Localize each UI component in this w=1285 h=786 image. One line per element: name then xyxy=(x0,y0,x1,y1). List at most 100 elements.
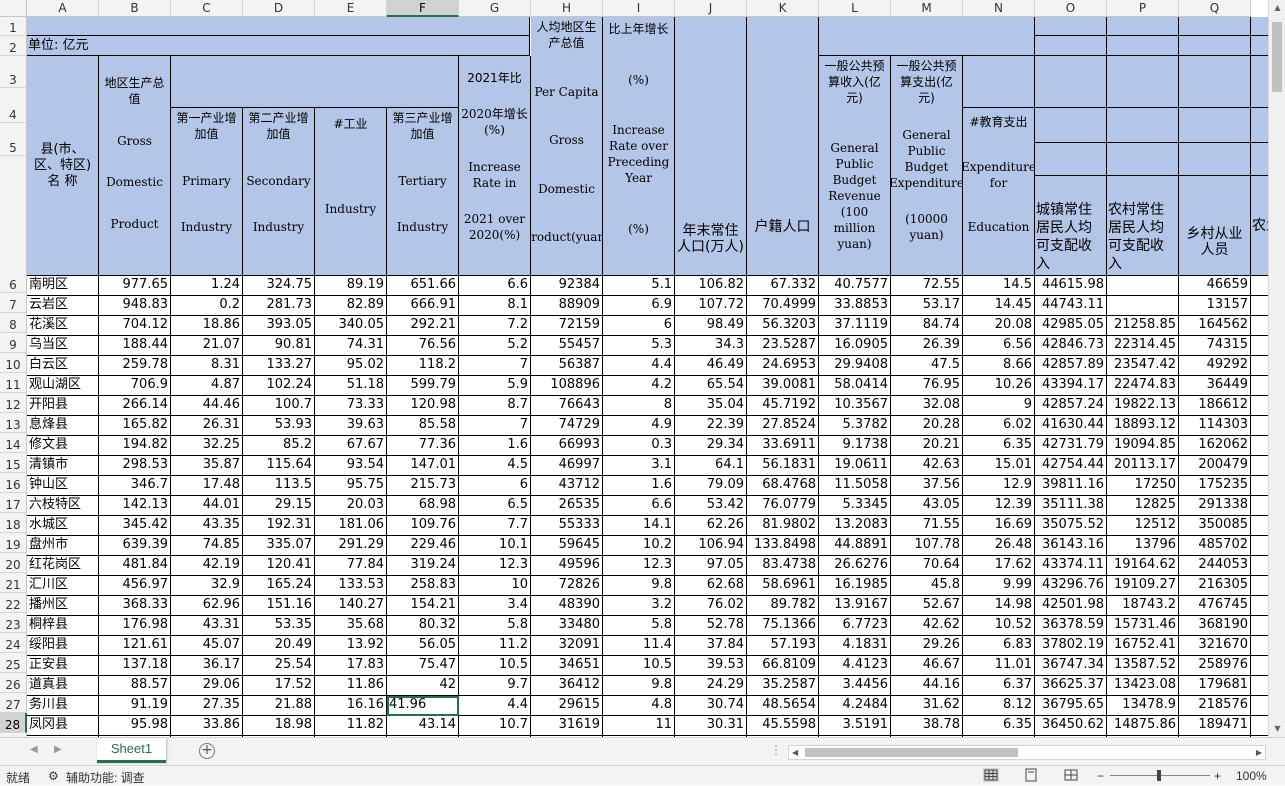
cell-q11[interactable]: 49292 xyxy=(1179,356,1251,376)
cell-p21[interactable]: 19164.62 xyxy=(1107,556,1179,576)
page-layout-view-icon[interactable] xyxy=(1023,768,1039,782)
cell-c11[interactable]: 8.31 xyxy=(171,356,243,376)
select-all-corner[interactable] xyxy=(0,0,27,17)
cell-e23[interactable]: 140.27 xyxy=(315,596,387,616)
cell-i11[interactable]: 4.4 xyxy=(603,356,675,376)
revenue-header[interactable]: 一般公共预算收入(亿元) General Public Budget Reven… xyxy=(819,56,891,276)
cell-p17[interactable]: 17250 xyxy=(1107,476,1179,496)
cell-i18[interactable]: 6.6 xyxy=(603,496,675,516)
accessibility-icon[interactable]: ⚙ xyxy=(48,769,59,783)
income-header-cell[interactable] xyxy=(1179,17,1251,36)
cell-a13[interactable]: 开阳县 xyxy=(27,396,99,416)
cell-g14[interactable]: 7 xyxy=(459,416,531,436)
cell-p9[interactable]: 21258.85 xyxy=(1107,316,1179,336)
cell-c7[interactable]: 1.24 xyxy=(171,276,243,296)
income-header-cell[interactable] xyxy=(1035,56,1107,108)
cell-r15[interactable] xyxy=(1251,436,1268,456)
income-header-cell[interactable] xyxy=(1035,108,1107,143)
cell-b17[interactable]: 346.7 xyxy=(99,476,171,496)
row-header-15[interactable]: 15 xyxy=(0,453,27,473)
cell-k9[interactable]: 56.3203 xyxy=(747,316,819,336)
cell-f25[interactable]: 56.05 xyxy=(387,636,459,656)
cell-c26[interactable]: 36.17 xyxy=(171,656,243,676)
zoom-out-icon[interactable]: − xyxy=(1097,769,1104,783)
income-header-cell[interactable] xyxy=(1107,56,1179,108)
cell-o18[interactable]: 35111.38 xyxy=(1035,496,1107,516)
cell-k23[interactable]: 89.782 xyxy=(747,596,819,616)
column-header-j[interactable]: J xyxy=(675,0,747,17)
cell-f14[interactable]: 85.58 xyxy=(387,416,459,436)
cell-p23[interactable]: 18743.2 xyxy=(1107,596,1179,616)
education-header[interactable]: #教育支出 Expenditure for Education xyxy=(963,108,1035,276)
income-header-cell[interactable] xyxy=(1107,108,1179,143)
cell-o10[interactable]: 42846.73 xyxy=(1035,336,1107,356)
unit-label-cell[interactable]: 单位: 亿元 xyxy=(27,36,530,56)
cell-c23[interactable]: 62.96 xyxy=(171,596,243,616)
cell-n22[interactable]: 9.99 xyxy=(963,576,1035,596)
cell-k12[interactable]: 39.0081 xyxy=(747,376,819,396)
row-header-27[interactable]: 27 xyxy=(0,693,27,713)
cell-h15[interactable]: 66993 xyxy=(531,436,603,456)
cell-q12[interactable]: 36449 xyxy=(1179,376,1251,396)
cell-h26[interactable]: 34651 xyxy=(531,656,603,676)
cell-l18[interactable]: 5.3345 xyxy=(819,496,891,516)
cell-d25[interactable]: 20.49 xyxy=(243,636,315,656)
cell-a17[interactable]: 钟山区 xyxy=(27,476,99,496)
cell-o13[interactable]: 42857.24 xyxy=(1035,396,1107,416)
cell-q22[interactable]: 216305 xyxy=(1179,576,1251,596)
cell-e12[interactable]: 51.18 xyxy=(315,376,387,396)
cell-g20[interactable]: 10.1 xyxy=(459,536,531,556)
cell-e13[interactable]: 73.33 xyxy=(315,396,387,416)
cell-b28[interactable]: 91.19 xyxy=(99,696,171,716)
cell-h29[interactable]: 31619 xyxy=(531,716,603,736)
cell-h14[interactable]: 74729 xyxy=(531,416,603,436)
cell-r11[interactable] xyxy=(1251,356,1268,376)
column-header-q[interactable]: Q xyxy=(1179,0,1251,17)
cell-j7[interactable]: 106.82 xyxy=(675,276,747,296)
horizontal-scrollbar[interactable]: ◀ ▶ xyxy=(788,745,1266,760)
cell-d18[interactable]: 29.15 xyxy=(243,496,315,516)
cell-b8[interactable]: 948.83 xyxy=(99,296,171,316)
cell-e17[interactable]: 95.75 xyxy=(315,476,387,496)
cell-a26[interactable]: 正安县 xyxy=(27,656,99,676)
cell-m20[interactable]: 107.78 xyxy=(891,536,963,556)
cell-c20[interactable]: 74.85 xyxy=(171,536,243,556)
cell-m16[interactable]: 42.63 xyxy=(891,456,963,476)
cell-g13[interactable]: 8.7 xyxy=(459,396,531,416)
cell-l16[interactable]: 19.0611 xyxy=(819,456,891,476)
cell-g8[interactable]: 8.1 xyxy=(459,296,531,316)
cell-l27[interactable]: 3.4456 xyxy=(819,676,891,696)
cell-c24[interactable]: 43.31 xyxy=(171,616,243,636)
sheet-tab-sheet1[interactable]: Sheet1 xyxy=(97,738,166,763)
cell-h24[interactable]: 33480 xyxy=(531,616,603,636)
cell-m29[interactable]: 38.78 xyxy=(891,716,963,736)
cell-d16[interactable]: 115.64 xyxy=(243,456,315,476)
cell-l14[interactable]: 5.3782 xyxy=(819,416,891,436)
cell-a7[interactable]: 南明区 xyxy=(27,276,99,296)
cell-k20[interactable]: 133.8498 xyxy=(747,536,819,556)
cell-d27[interactable]: 17.52 xyxy=(243,676,315,696)
cell-c25[interactable]: 45.07 xyxy=(171,636,243,656)
column-header-f[interactable]: F xyxy=(387,0,459,17)
income-header-cell[interactable] xyxy=(1179,56,1251,108)
cell-h12[interactable]: 108896 xyxy=(531,376,603,396)
cell-c14[interactable]: 26.31 xyxy=(171,416,243,436)
cell-d20[interactable]: 335.07 xyxy=(243,536,315,556)
cell-a14[interactable]: 息烽县 xyxy=(27,416,99,436)
cell-e28[interactable]: 16.16 xyxy=(315,696,387,716)
income-header-cell[interactable] xyxy=(1107,36,1179,56)
cell-h16[interactable]: 46997 xyxy=(531,456,603,476)
column-header-h[interactable]: H xyxy=(531,0,603,17)
cell-f13[interactable]: 120.98 xyxy=(387,396,459,416)
cell-e18[interactable]: 20.03 xyxy=(315,496,387,516)
growth-header[interactable]: 2021年比 2020年增长(%) Increase Rate in 2021 … xyxy=(459,56,531,276)
cell-e25[interactable]: 13.92 xyxy=(315,636,387,656)
zoom-in-icon[interactable]: + xyxy=(1214,769,1221,783)
header-top-left[interactable] xyxy=(27,17,530,36)
cell-m24[interactable]: 42.62 xyxy=(891,616,963,636)
cell-m13[interactable]: 32.08 xyxy=(891,396,963,416)
cell-k22[interactable]: 58.6961 xyxy=(747,576,819,596)
col-r-header-partial[interactable]: 农业 xyxy=(1251,176,1268,276)
cell-o29[interactable]: 36450.62 xyxy=(1035,716,1107,736)
cell-d24[interactable]: 53.35 xyxy=(243,616,315,636)
